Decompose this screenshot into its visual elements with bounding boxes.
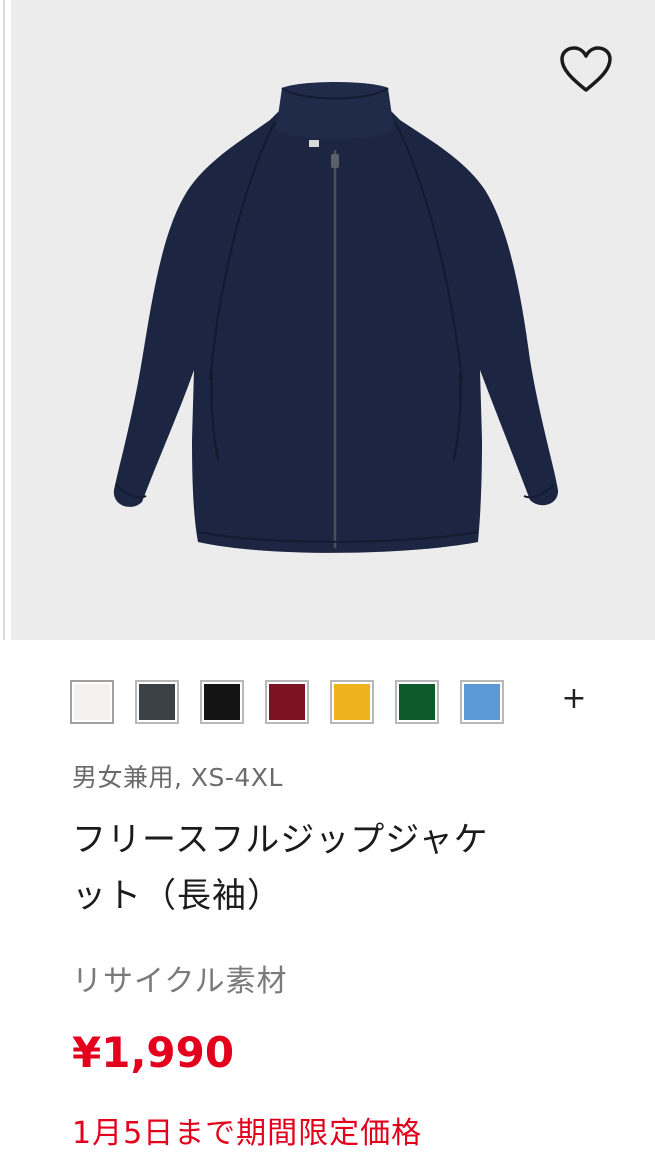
promo-label: 1月5日まで期間限定価格 bbox=[72, 1116, 423, 1151]
product-image-jacket[interactable] bbox=[110, 80, 560, 560]
heart-outline-icon bbox=[560, 46, 612, 92]
swatch-fill bbox=[464, 684, 500, 720]
swatch-fill bbox=[399, 684, 435, 720]
color-swatch[interactable] bbox=[460, 680, 504, 724]
swatch-fill bbox=[334, 684, 370, 720]
left-divider bbox=[0, 0, 11, 640]
product-name[interactable]: フリースフルジップジャケ ット（長袖） bbox=[72, 812, 592, 924]
color-swatch[interactable] bbox=[265, 680, 309, 724]
favorite-button[interactable] bbox=[550, 38, 622, 100]
product-name-line2: ット（長袖） bbox=[72, 876, 282, 916]
color-swatch[interactable] bbox=[200, 680, 244, 724]
swatch-fill bbox=[269, 684, 305, 720]
more-colors-button[interactable]: + bbox=[557, 679, 591, 719]
material-label: リサイクル素材 bbox=[72, 964, 288, 999]
price: ¥1,990 bbox=[72, 1028, 235, 1077]
color-swatch[interactable] bbox=[70, 680, 114, 724]
swatch-fill bbox=[204, 684, 240, 720]
color-swatch[interactable] bbox=[330, 680, 374, 724]
color-swatches bbox=[70, 677, 525, 727]
swatch-fill bbox=[139, 684, 175, 720]
color-swatch[interactable] bbox=[395, 680, 439, 724]
color-swatch[interactable] bbox=[135, 680, 179, 724]
swatch-fill bbox=[74, 684, 110, 720]
gender-size-label: 男女兼用, XS-4XL bbox=[72, 763, 283, 792]
product-name-line1: フリースフルジップジャケ bbox=[72, 820, 489, 860]
product-image-area[interactable] bbox=[0, 0, 655, 640]
